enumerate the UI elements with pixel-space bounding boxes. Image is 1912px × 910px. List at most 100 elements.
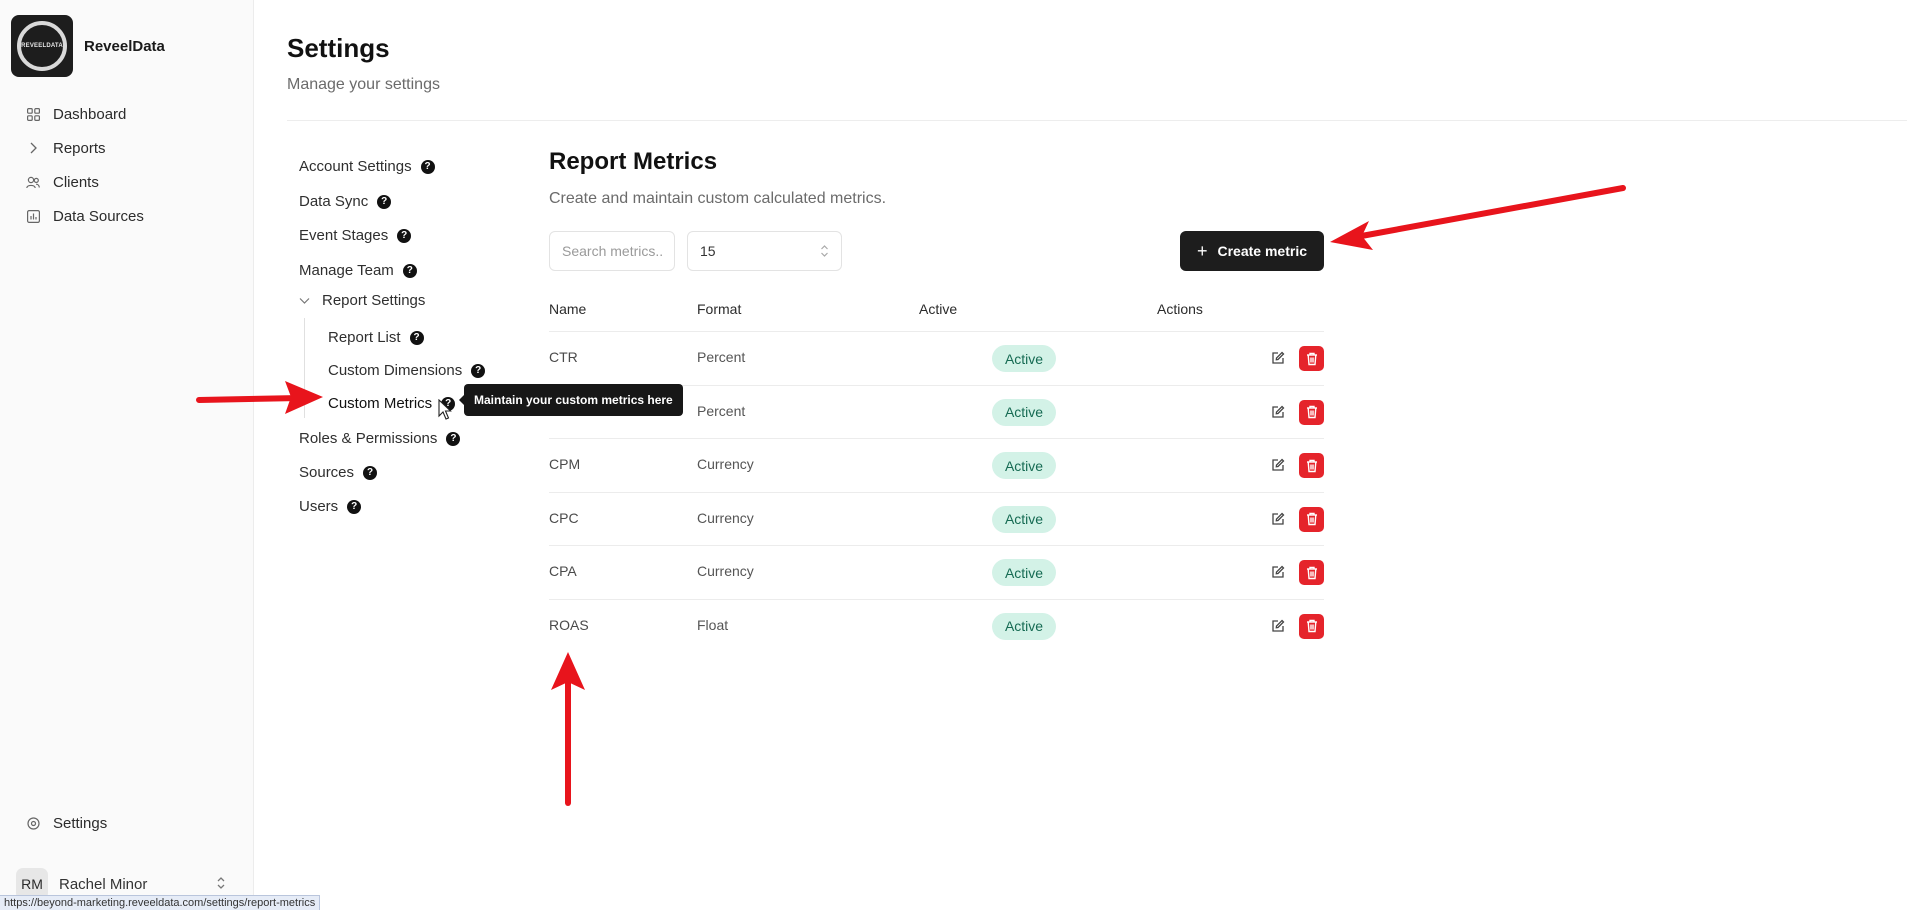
trash-icon <box>1306 619 1317 633</box>
settings-nav-label: Report Settings <box>322 292 426 309</box>
annotation-arrow-create-metric <box>1330 185 1626 250</box>
metric-format: Currency <box>697 563 754 579</box>
edit-button[interactable] <box>1269 510 1287 528</box>
help-icon[interactable]: ? <box>402 263 417 278</box>
settings-nav-account[interactable]: Account Settings? <box>299 158 435 175</box>
settings-nav-roles[interactable]: Roles & Permissions? <box>299 430 461 447</box>
page-size-value: 15 <box>700 243 716 259</box>
sidebar-item-label: Clients <box>53 173 99 191</box>
settings-nav-event-stages[interactable]: Event Stages? <box>299 227 412 244</box>
create-metric-button[interactable]: + Create metric <box>1180 231 1324 271</box>
brand-name: ReveelData <box>84 37 165 55</box>
help-icon[interactable]: ? <box>409 330 424 345</box>
chevron-right-icon <box>25 140 41 156</box>
sidebar-nav: Dashboard Reports Clients Data Sources <box>25 97 235 233</box>
brand[interactable]: REVEELDATA ReveelData <box>11 15 165 77</box>
edit-button[interactable] <box>1269 456 1287 474</box>
metric-format: Currency <box>697 509 754 526</box>
table-row: ROAS Float Active <box>549 600 1324 654</box>
sidebar-item-label: Data Sources <box>53 207 144 225</box>
help-icon[interactable]: ? <box>446 431 461 446</box>
metric-format: Percent <box>697 402 746 419</box>
column-header-active[interactable]: Active <box>919 301 957 317</box>
delete-button[interactable] <box>1299 560 1324 585</box>
edit-icon <box>1272 351 1285 364</box>
trash-icon <box>1306 459 1317 472</box>
metric-name: CPM <box>549 456 581 472</box>
sidebar-item-data-sources[interactable]: Data Sources <box>25 199 235 233</box>
help-icon[interactable]: ? <box>471 363 486 378</box>
delete-button[interactable] <box>1299 506 1324 532</box>
help-icon[interactable]: ? <box>377 194 392 209</box>
status-badge: Active <box>992 559 1056 586</box>
settings-nav-custom-metrics[interactable]: Custom Metrics? <box>328 395 456 412</box>
table-body: CTRPercentActiveCVRPercentActiveCPMCurre… <box>549 332 1324 653</box>
settings-nav-sources[interactable]: Sources? <box>299 464 378 481</box>
status-badge: Active <box>992 345 1056 372</box>
delete-button[interactable] <box>1299 453 1324 478</box>
settings-nav-label: Account Settings <box>299 158 412 175</box>
settings-nav-custom-dimensions[interactable]: Custom Dimensions? <box>328 362 486 379</box>
sidebar-item-settings[interactable]: Settings <box>25 815 107 832</box>
help-icon[interactable]: ? <box>397 228 412 243</box>
help-icon[interactable]: ? <box>420 159 435 174</box>
sidebar-item-clients[interactable]: Clients <box>25 165 235 199</box>
chevron-down-icon <box>299 297 310 305</box>
edit-button[interactable] <box>1269 617 1287 635</box>
page-title: Settings <box>287 33 390 63</box>
sidebar-item-dashboard[interactable]: Dashboard <box>25 97 235 131</box>
sidebar: REVEELDATA ReveelData Dashboard Reports <box>0 0 254 910</box>
users-icon <box>25 174 41 190</box>
delete-button[interactable] <box>1299 613 1324 639</box>
settings-nav-label: Manage Team <box>299 262 394 279</box>
metrics-table: Name Format Active Actions CTR Percent Act… <box>549 294 1324 653</box>
help-icon[interactable]: ? <box>347 499 362 514</box>
page-size-select[interactable]: 15 <box>687 231 842 271</box>
annotation-arrow-table <box>551 652 585 806</box>
settings-nav-manage-team[interactable]: Manage Team? <box>299 262 417 279</box>
edit-icon <box>1272 619 1285 632</box>
delete-button[interactable] <box>1299 399 1324 425</box>
settings-nav-label: Custom Dimensions <box>328 362 463 379</box>
logo-text: REVEELDATA <box>21 43 63 49</box>
settings-nav-report-settings[interactable]: Report Settings <box>299 292 425 309</box>
settings-nav-users[interactable]: Users? <box>299 498 362 515</box>
page-subtitle: Manage your settings <box>287 76 440 93</box>
settings-nav-label: Sources <box>299 464 355 481</box>
edit-icon <box>1272 512 1285 525</box>
search-input[interactable] <box>549 231 675 271</box>
metric-name: CPC <box>549 509 579 526</box>
settings-nav-data-sync[interactable]: Data Sync? <box>299 193 392 210</box>
chevron-up-down-icon <box>216 876 226 893</box>
column-header-format[interactable]: Format <box>697 301 741 317</box>
table-row: CPC Currency Active <box>549 493 1324 546</box>
metric-name: ROAS <box>549 616 589 633</box>
settings-nav-label: Custom Metrics <box>328 395 433 412</box>
chart-icon <box>25 208 41 224</box>
edit-button[interactable] <box>1269 349 1287 367</box>
tooltip: Maintain your custom metrics here <box>459 384 683 416</box>
metric-name: CPA <box>549 563 577 579</box>
sidebar-item-label: Reports <box>53 139 106 157</box>
metric-format: Currency <box>697 456 754 472</box>
sidebar-item-reports[interactable]: Reports <box>25 131 235 165</box>
section-title: Report Metrics <box>549 148 718 175</box>
help-icon[interactable]: ? <box>363 465 378 480</box>
edit-icon <box>1272 405 1285 418</box>
table-header: Name Format Active Actions <box>549 294 1324 332</box>
trash-icon <box>1306 512 1317 526</box>
settings-nav-label: Users <box>299 498 339 515</box>
edit-button[interactable] <box>1269 563 1287 581</box>
settings-nav-report-list[interactable]: Report List? <box>328 329 424 346</box>
trash-icon <box>1306 405 1317 419</box>
status-badge: Active <box>992 398 1056 426</box>
grid-icon <box>25 106 41 122</box>
column-header-name[interactable]: Name <box>549 301 586 317</box>
delete-button[interactable] <box>1299 346 1324 371</box>
trash-icon <box>1306 566 1317 579</box>
edit-button[interactable] <box>1269 403 1287 421</box>
user-name: Rachel Minor <box>59 875 148 893</box>
settings-nav-label: Roles & Permissions <box>299 430 438 447</box>
edit-icon <box>1272 458 1285 471</box>
metric-format: Float <box>697 616 729 633</box>
